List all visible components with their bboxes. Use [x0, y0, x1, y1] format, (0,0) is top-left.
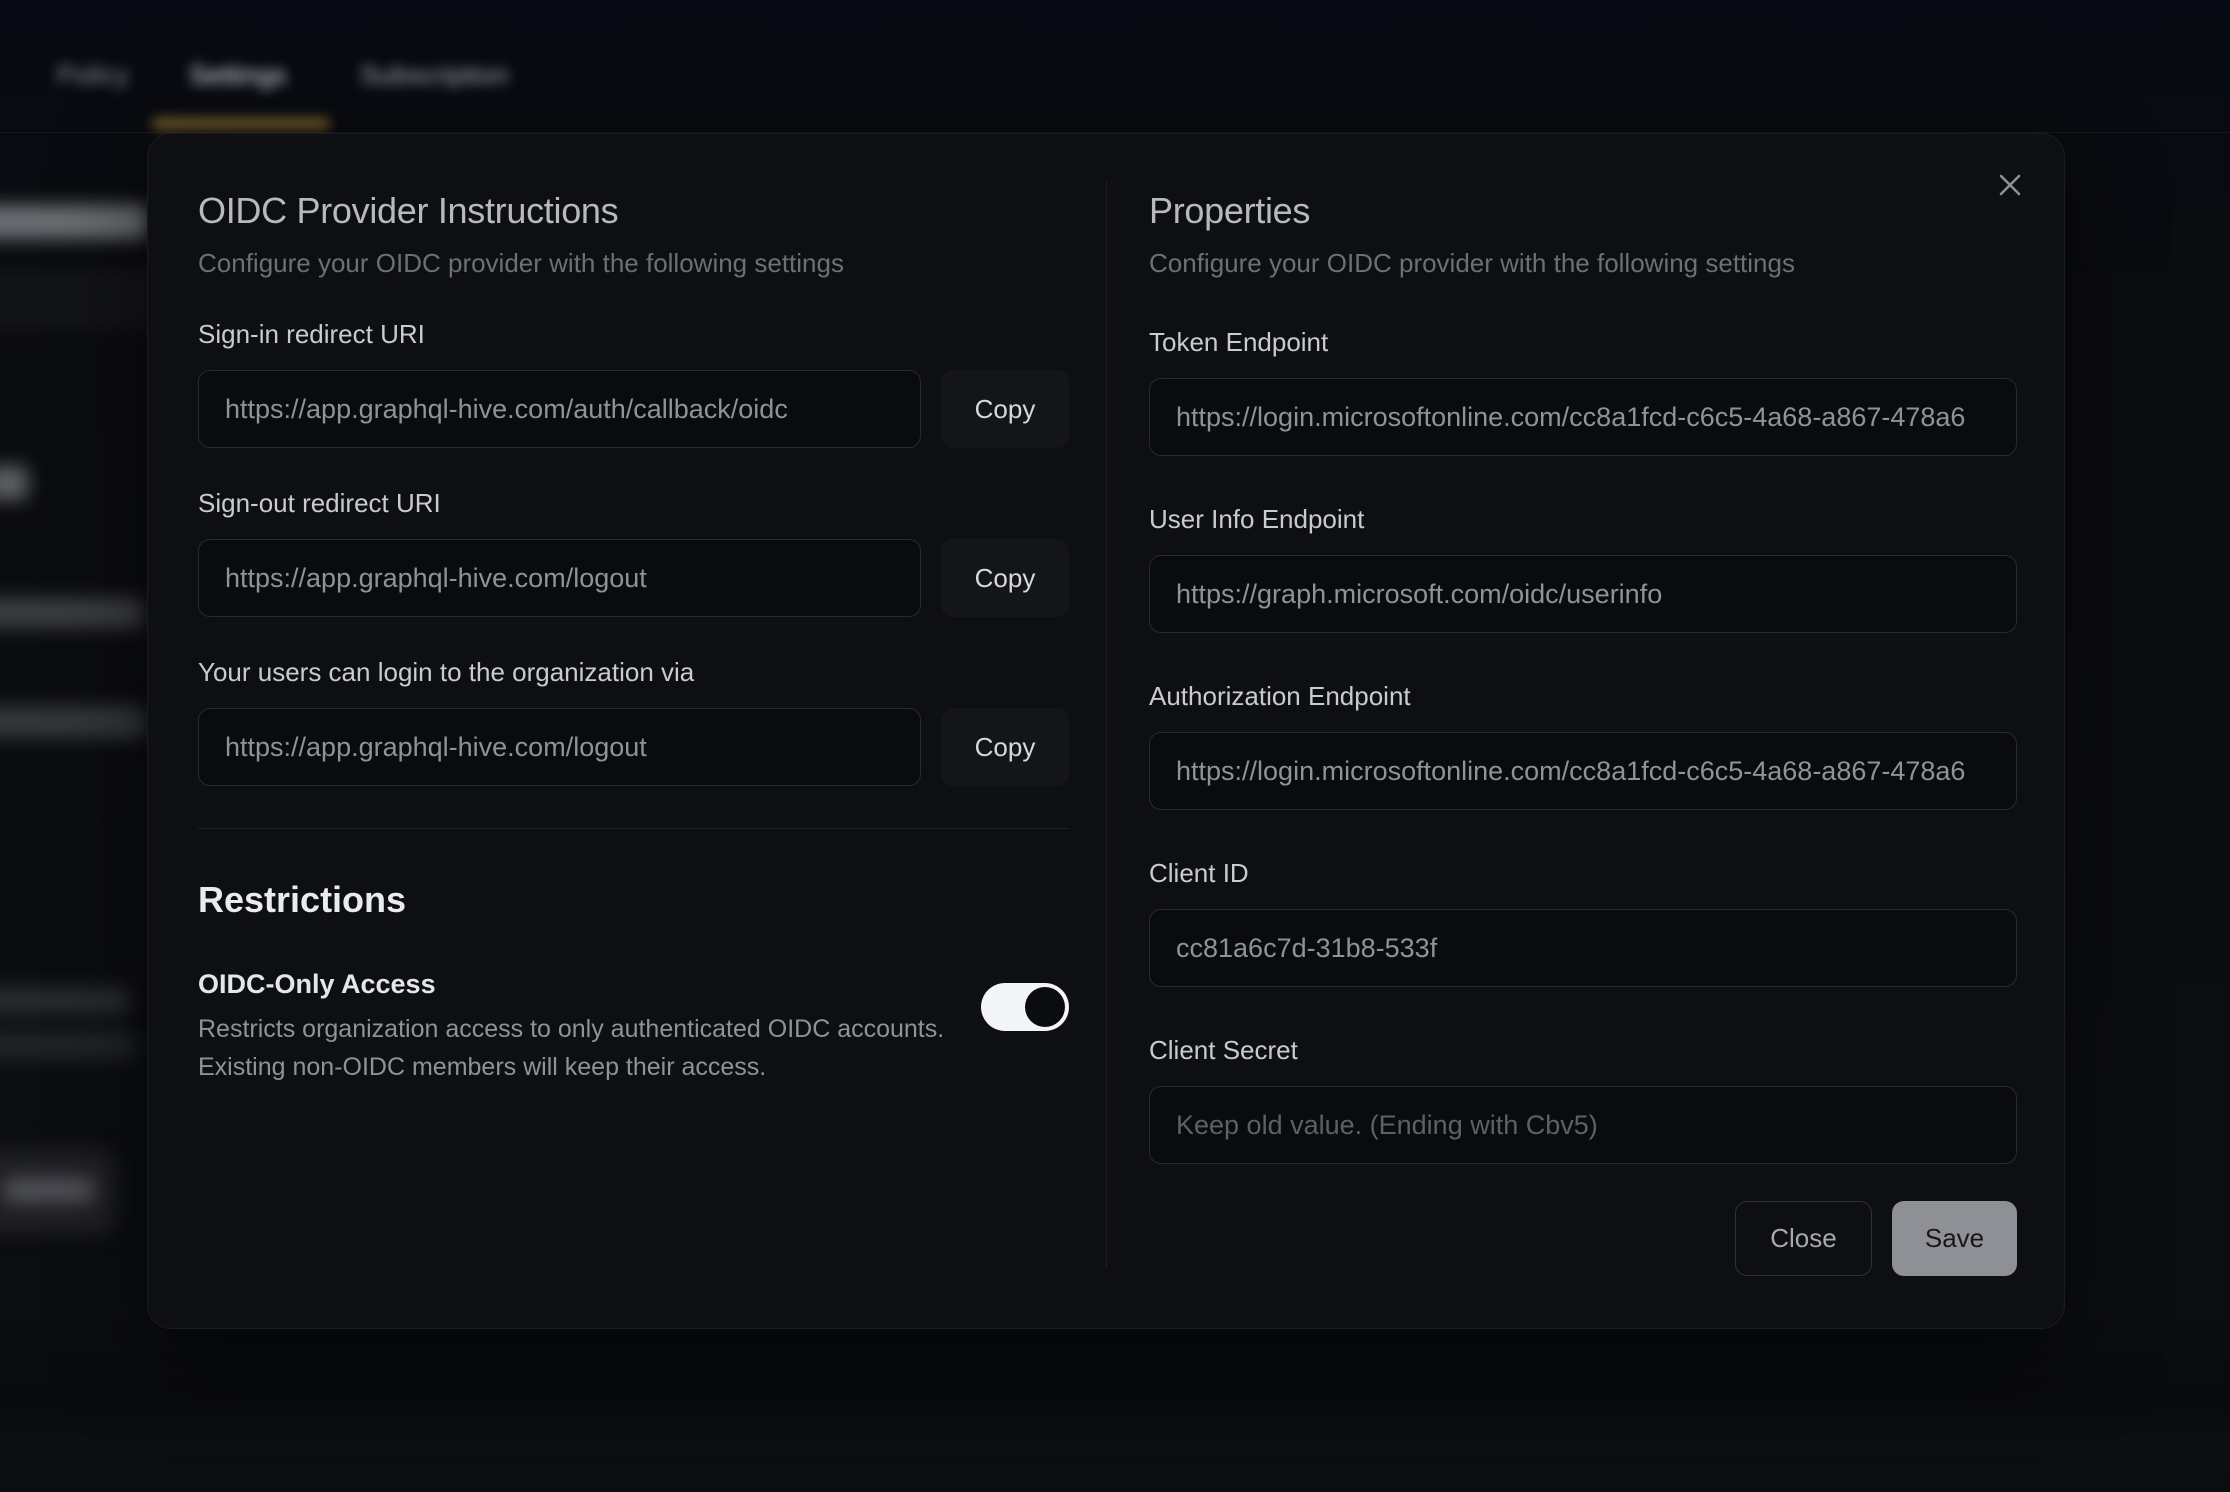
client-secret-label: Client Secret	[1149, 1035, 2017, 1066]
user-info-endpoint-field: User Info Endpoint	[1149, 504, 2017, 633]
sign-out-redirect-input[interactable]	[198, 539, 921, 617]
client-secret-field: Client Secret	[1149, 1035, 2017, 1164]
dialog-actions: Close Save	[1149, 1201, 2017, 1276]
token-endpoint-input[interactable]	[1149, 378, 2017, 456]
instructions-column: OIDC Provider Instructions Configure you…	[148, 134, 1106, 1328]
instructions-title: OIDC Provider Instructions	[198, 190, 1069, 232]
properties-column: Properties Configure your OIDC provider …	[1106, 134, 2066, 1328]
token-endpoint-label: Token Endpoint	[1149, 327, 2017, 358]
close-button[interactable]: Close	[1735, 1201, 1872, 1276]
client-secret-input[interactable]	[1149, 1086, 2017, 1164]
client-id-field: Client ID	[1149, 858, 2017, 987]
instructions-subtitle: Configure your OIDC provider with the fo…	[198, 248, 1069, 279]
token-endpoint-field: Token Endpoint	[1149, 327, 2017, 456]
blurred-panel-fragment	[0, 268, 161, 330]
copy-sign-in-button[interactable]: Copy	[941, 370, 1069, 448]
user-info-endpoint-label: User Info Endpoint	[1149, 504, 2017, 535]
login-url-field: Your users can login to the organization…	[198, 657, 1069, 786]
sign-in-redirect-field: Sign-in redirect URI Copy	[198, 319, 1069, 448]
sign-in-redirect-label: Sign-in redirect URI	[198, 319, 1069, 350]
tab-subscription: Subscription	[360, 60, 509, 91]
login-url-label: Your users can login to the organization…	[198, 657, 1069, 688]
authorization-endpoint-input[interactable]	[1149, 732, 2017, 810]
copy-login-url-button[interactable]: Copy	[941, 708, 1069, 786]
blurred-text-fragment	[0, 1030, 136, 1060]
blurred-text-fragment	[0, 988, 130, 1014]
blurred-text-fragment	[0, 205, 148, 239]
toggle-thumb	[1025, 987, 1065, 1027]
oidc-only-access-row: OIDC-Only Access Restricts organization …	[198, 969, 1069, 1086]
authorization-endpoint-field: Authorization Endpoint	[1149, 681, 2017, 810]
oidc-only-toggle[interactable]	[981, 983, 1069, 1031]
properties-title: Properties	[1149, 190, 2017, 232]
sign-in-redirect-input[interactable]	[198, 370, 921, 448]
save-button[interactable]: Save	[1892, 1201, 2017, 1276]
client-id-input[interactable]	[1149, 909, 2017, 987]
authorization-endpoint-label: Authorization Endpoint	[1149, 681, 2017, 712]
tab-settings: Settings	[189, 60, 287, 91]
sign-out-redirect-field: Sign-out redirect URI Copy	[198, 488, 1069, 617]
user-info-endpoint-input[interactable]	[1149, 555, 2017, 633]
tab-bar: Policy Settings Subscription	[0, 0, 2230, 133]
oidc-only-access-description: Restricts organization access to only au…	[198, 1010, 951, 1086]
oidc-only-access-label: OIDC-Only Access	[198, 969, 951, 1000]
blurred-text-fragment	[0, 706, 146, 738]
active-tab-underline	[152, 118, 330, 129]
copy-sign-out-button[interactable]: Copy	[941, 539, 1069, 617]
blurred-text-fragment	[0, 466, 28, 500]
sign-out-redirect-label: Sign-out redirect URI	[198, 488, 1069, 519]
login-url-input[interactable]	[198, 708, 921, 786]
tab-policy: Policy	[57, 60, 129, 91]
oidc-settings-dialog: OIDC Provider Instructions Configure you…	[147, 133, 2065, 1329]
blurred-text-fragment	[0, 598, 144, 628]
restrictions-title: Restrictions	[198, 879, 1069, 921]
client-id-label: Client ID	[1149, 858, 2017, 889]
section-divider	[198, 828, 1069, 829]
properties-subtitle: Configure your OIDC provider with the fo…	[1149, 248, 2017, 279]
blurred-button-fragment	[0, 1148, 116, 1234]
